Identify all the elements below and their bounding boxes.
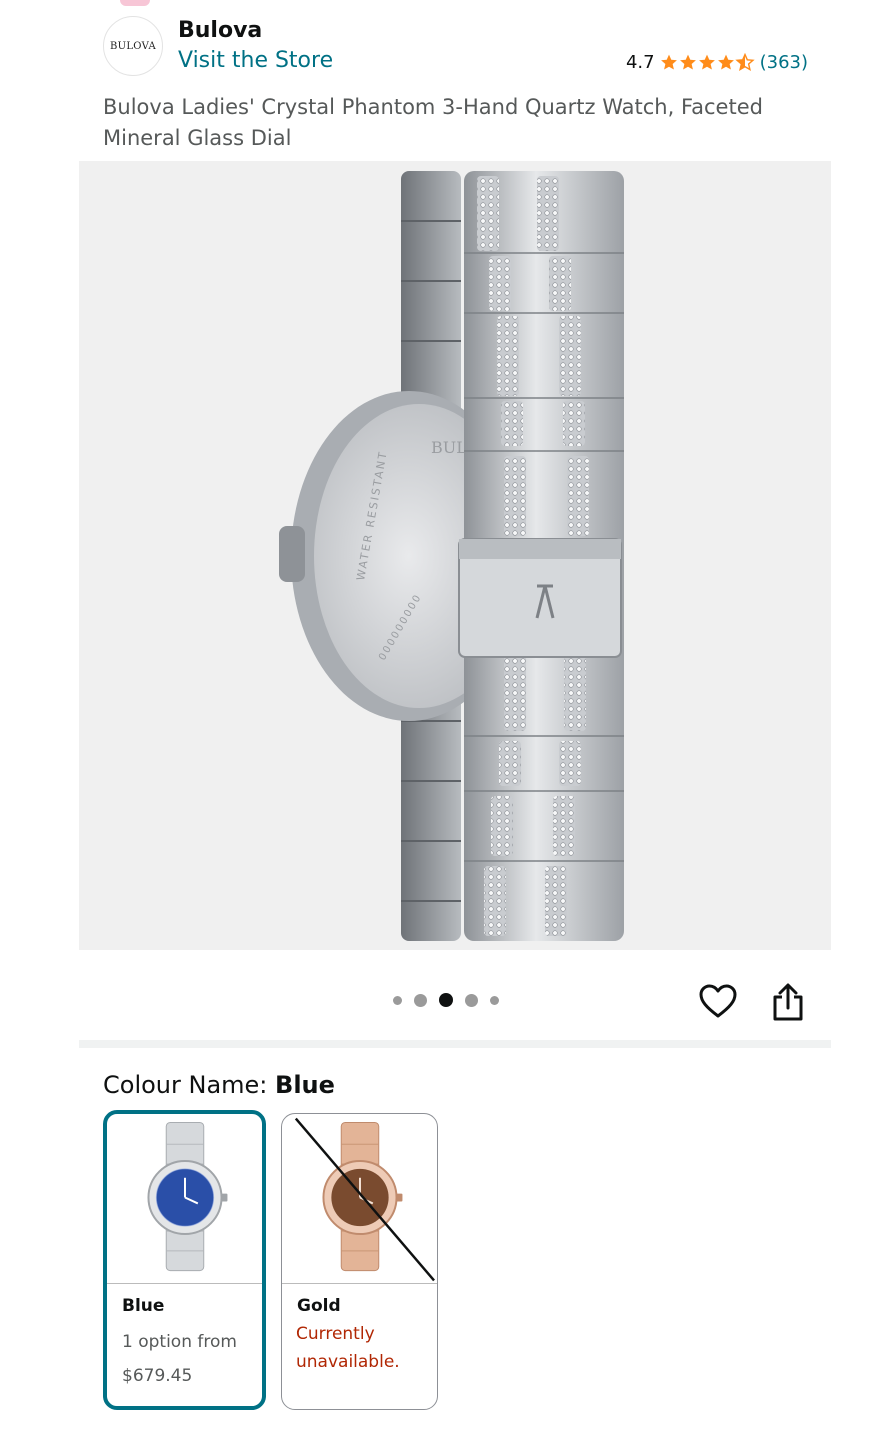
top-edge-tab bbox=[120, 0, 150, 6]
swatch-name-gold: Gold bbox=[297, 1296, 341, 1316]
image-carousel-indicator[interactable] bbox=[393, 993, 511, 1007]
carousel-dot[interactable] bbox=[393, 995, 402, 1005]
heart-icon bbox=[699, 984, 737, 1018]
star-full-icon bbox=[698, 54, 715, 70]
colour-option-gold[interactable]: Gold Currently unavailable. bbox=[281, 1113, 438, 1410]
visit-store-link[interactable]: Visit the Store bbox=[178, 48, 333, 73]
rating-value: 4.7 bbox=[625, 52, 655, 73]
watch-back-illustration: WATER RESISTANT 000000000 BULO bbox=[279, 171, 624, 941]
brand-logo-text: BULOVA bbox=[109, 40, 156, 52]
carousel-dot[interactable] bbox=[465, 993, 478, 1007]
rating-summary[interactable]: 4.7 (363) bbox=[626, 52, 808, 73]
colour-selected-value: Blue bbox=[275, 1071, 335, 1099]
brand-row: BULOVA Bulova Visit the Store 4.7 (363) bbox=[103, 16, 808, 78]
swatch-options-count: 1 option from bbox=[122, 1332, 237, 1352]
star-full-icon bbox=[660, 54, 677, 70]
gold-watch-thumbnail bbox=[294, 1117, 435, 1282]
brand-logo[interactable]: BULOVA bbox=[103, 16, 163, 76]
swatch-image-blue bbox=[107, 1114, 262, 1284]
colour-name-label: Colour Name: Blue bbox=[103, 1071, 335, 1099]
share-icon bbox=[773, 983, 803, 1021]
swatch-image-gold bbox=[282, 1114, 437, 1284]
star-full-icon bbox=[717, 54, 734, 70]
colour-label-prefix: Colour Name: bbox=[103, 1071, 276, 1099]
carousel-dot-active[interactable] bbox=[439, 993, 453, 1007]
product-image[interactable]: WATER RESISTANT 000000000 BULO bbox=[79, 161, 831, 950]
brand-name[interactable]: Bulova bbox=[178, 18, 262, 43]
swatch-name-blue: Blue bbox=[122, 1296, 165, 1316]
carousel-dot[interactable] bbox=[490, 995, 499, 1005]
carousel-dot[interactable] bbox=[414, 993, 427, 1007]
star-full-icon bbox=[679, 54, 696, 70]
share-button[interactable] bbox=[769, 982, 807, 1022]
rating-count-link[interactable]: (363) bbox=[760, 52, 808, 73]
swatch-price: $679.45 bbox=[122, 1366, 193, 1386]
product-title: Bulova Ladies' Crystal Phantom 3-Hand Qu… bbox=[103, 95, 763, 150]
wishlist-button[interactable] bbox=[698, 982, 738, 1022]
colour-option-blue[interactable]: Blue 1 option from $679.45 bbox=[103, 1110, 266, 1410]
star-half-icon bbox=[734, 53, 755, 71]
section-divider bbox=[79, 1040, 831, 1048]
star-rating bbox=[659, 53, 755, 72]
swatch-unavailable-status: Currently unavailable. bbox=[296, 1324, 400, 1372]
blue-watch-thumbnail bbox=[147, 1121, 228, 1272]
